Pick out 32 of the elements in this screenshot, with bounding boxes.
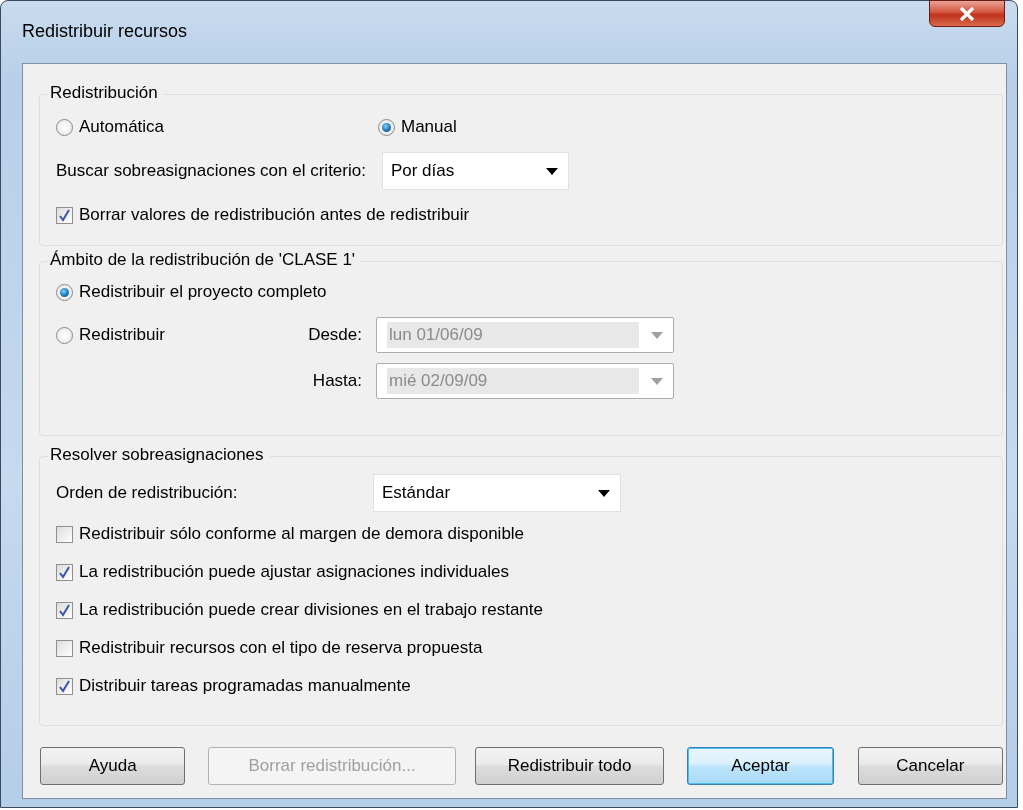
radio-option[interactable]: Redistribuir el proyecto completo (56, 272, 986, 312)
checkbox-option[interactable]: La redistribución puede ajustar asignaciones individuales (56, 553, 986, 591)
checkbox-option[interactable]: Redistribuir recursos con el tipo de reserva propuesta (56, 629, 986, 667)
group-title: Resolver sobreasignaciones (48, 445, 270, 465)
field-label: Orden de redistribución: (56, 483, 239, 503)
check-mark-icon (58, 565, 71, 579)
dropdown-arrow-icon (651, 331, 663, 339)
check-mark-icon (58, 679, 71, 693)
check-mark-icon (58, 208, 71, 222)
check-mark-icon (58, 603, 71, 617)
close-icon (958, 5, 976, 22)
dropdown-arrow-icon (545, 167, 558, 175)
close-button[interactable] (929, 0, 1005, 27)
field-label: Desde: (307, 325, 362, 345)
criterion-dropdown[interactable]: Por días (381, 152, 569, 190)
radio-option[interactable]: Redistribuir (56, 325, 286, 345)
checkbox-option[interactable]: Redistribuir sólo conforme al margen de demora disponible (56, 515, 986, 553)
checkbox-option[interactable]: La redistribución puede crear divisiones en el trabajo restante (56, 591, 986, 629)
radio-option[interactable]: Automática (56, 117, 378, 137)
field-label: Hasta: (311, 371, 362, 391)
dialog-button[interactable]: Redistribuir todo (474, 747, 665, 785)
dialog-button[interactable]: Aceptar (687, 747, 834, 785)
dialog-button[interactable]: Cancelar (857, 747, 1003, 785)
dropdown-arrow-icon (598, 489, 610, 497)
field-label: Buscar sobreasignaciones con el criterio: (56, 161, 366, 181)
checkbox-option[interactable]: Borrar valores de redistribución antes de redistribuir (56, 193, 986, 237)
checkbox-option[interactable]: Distribuir tareas programadas manualmente (56, 667, 986, 705)
radio-option[interactable]: Manual (378, 117, 700, 137)
window-title: Redistribuir recursos (22, 21, 188, 42)
dropdown-arrow-icon (651, 377, 663, 385)
dialog-button[interactable]: Ayuda (40, 747, 186, 785)
order-dropdown[interactable]: Estándar (373, 474, 621, 512)
